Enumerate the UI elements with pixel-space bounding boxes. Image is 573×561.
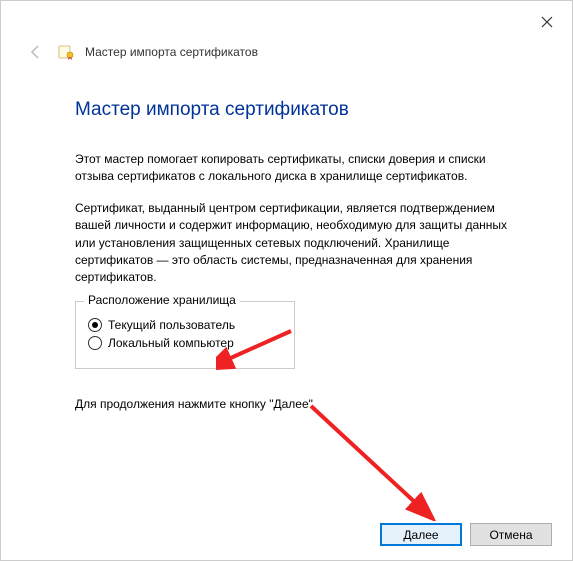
radio-local-computer[interactable]: Локальный компьютер (88, 336, 282, 350)
back-button[interactable] (25, 41, 47, 63)
next-button[interactable]: Далее (380, 523, 462, 546)
intro-paragraph-2: Сертификат, выданный центром сертификаци… (75, 200, 512, 287)
radio-icon (88, 336, 102, 350)
annotation-arrow-2 (301, 401, 441, 521)
header-title: Мастер импорта сертификатов (85, 45, 258, 59)
titlebar (1, 1, 572, 41)
groupbox-legend: Расположение хранилища (84, 293, 240, 307)
radio-current-user-label: Текущий пользователь (108, 318, 235, 332)
page-heading: Мастер импорта сертификатов (75, 99, 512, 121)
radio-local-computer-label: Локальный компьютер (108, 336, 234, 350)
store-location-groupbox: Расположение хранилища Текущий пользоват… (75, 301, 295, 369)
radio-current-user[interactable]: Текущий пользователь (88, 318, 282, 332)
cancel-button[interactable]: Отмена (470, 523, 552, 546)
continue-instruction: Для продолжения нажмите кнопку "Далее". (75, 397, 512, 411)
certificate-icon (57, 43, 75, 61)
intro-paragraph-1: Этот мастер помогает копировать сертифик… (75, 151, 512, 186)
close-icon (541, 16, 553, 28)
radio-icon (88, 318, 102, 332)
close-button[interactable] (534, 9, 560, 35)
footer-buttons: Далее Отмена (380, 523, 552, 546)
back-arrow-icon (28, 44, 44, 60)
header-row: Мастер импорта сертификатов (1, 41, 572, 67)
wizard-window: Мастер импорта сертификатов Мастер импор… (0, 0, 573, 561)
content-area: Мастер импорта сертификатов Этот мастер … (1, 67, 572, 411)
